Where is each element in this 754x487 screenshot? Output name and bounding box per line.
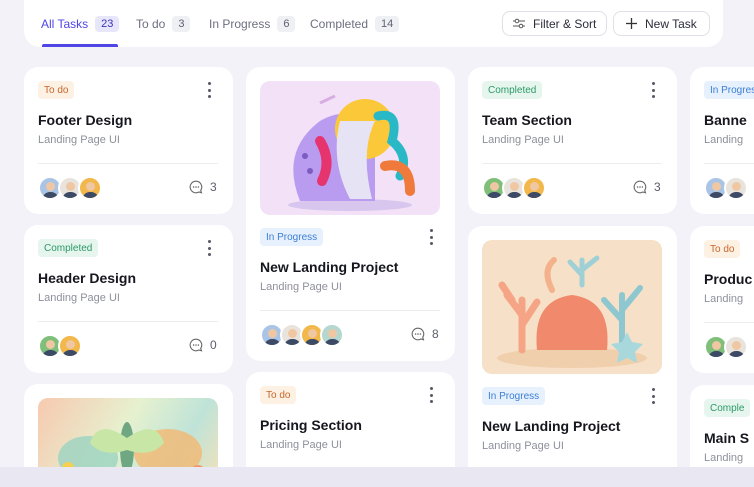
assignee-avatars bbox=[38, 176, 102, 200]
card-title: Main S bbox=[704, 430, 750, 446]
status-badge: Completed bbox=[482, 81, 543, 99]
comment-icon bbox=[189, 180, 203, 194]
comment-count-value: 0 bbox=[210, 338, 217, 352]
card-title: Pricing Section bbox=[260, 417, 362, 433]
comment-count[interactable]: 8 bbox=[411, 327, 439, 341]
tab-label: Completed bbox=[310, 17, 369, 31]
sliders-icon bbox=[513, 18, 525, 29]
comment-count[interactable]: 3 bbox=[189, 180, 217, 194]
status-badge: In Progress bbox=[482, 387, 546, 405]
abstract-illustration bbox=[260, 81, 440, 215]
abstract-artwork bbox=[288, 94, 415, 211]
card-title: New Landing Project bbox=[482, 418, 621, 434]
comment-count-value: 8 bbox=[432, 327, 439, 341]
avatar bbox=[78, 176, 102, 200]
more-options-icon[interactable] bbox=[425, 229, 437, 245]
card-divider bbox=[704, 322, 754, 323]
more-options-icon[interactable] bbox=[647, 388, 659, 404]
status-badge: Completed bbox=[38, 239, 99, 257]
tab-count-badge: 6 bbox=[277, 16, 296, 32]
card-subtitle: Landing Page UI bbox=[260, 439, 342, 451]
tab-to-do[interactable]: To do 3 bbox=[136, 14, 191, 34]
more-options-icon[interactable] bbox=[203, 82, 215, 98]
card-subtitle: Landing bbox=[704, 452, 744, 464]
card-title: New Landing Project bbox=[260, 259, 399, 275]
assignee-avatars bbox=[704, 335, 748, 359]
status-badge: Comple bbox=[704, 399, 751, 417]
avatar bbox=[724, 176, 748, 200]
comment-icon bbox=[189, 338, 203, 352]
card-title: Footer Design bbox=[38, 112, 133, 128]
status-badge: In Progress bbox=[260, 228, 324, 246]
card-subtitle: Landing Page UI bbox=[260, 281, 342, 293]
filter-sort-button[interactable]: Filter & Sort bbox=[502, 11, 608, 36]
task-card-new-landing-project-2[interactable]: In Progress New Landing Project Landing … bbox=[468, 226, 677, 487]
bottom-scroll-area bbox=[0, 467, 754, 487]
tab-count-badge: 3 bbox=[172, 16, 191, 32]
tab-label: To do bbox=[136, 17, 166, 31]
tab-label: In Progress bbox=[209, 17, 271, 31]
card-subtitle: Landing Page UI bbox=[482, 134, 564, 146]
card-subtitle: Landing Page UI bbox=[38, 134, 120, 146]
plus-icon bbox=[626, 18, 637, 29]
avatar bbox=[58, 334, 82, 358]
status-badge: In Progress bbox=[704, 81, 754, 99]
status-badge: To do bbox=[260, 386, 297, 404]
assignee-avatars bbox=[704, 176, 748, 200]
task-card-team-section[interactable]: Completed Team Section Landing Page UI 3 bbox=[468, 67, 677, 214]
comment-count-value: 3 bbox=[654, 180, 661, 194]
assignee-avatars bbox=[260, 323, 344, 347]
task-card-header-design[interactable]: Completed Header Design Landing Page UI … bbox=[24, 225, 233, 373]
assignee-avatars bbox=[38, 334, 82, 358]
card-subtitle: Landing Page UI bbox=[482, 440, 564, 452]
card-divider bbox=[704, 163, 754, 164]
new-task-label: New Task bbox=[645, 16, 697, 31]
comment-count[interactable]: 3 bbox=[633, 180, 661, 194]
task-tabs-bar: All Tasks 23 To do 3 In Progress 6 Compl… bbox=[24, 0, 723, 47]
new-task-button[interactable]: New Task bbox=[613, 11, 710, 36]
card-subtitle: Landing bbox=[704, 134, 744, 146]
assignee-avatars bbox=[482, 176, 546, 200]
comment-icon bbox=[411, 327, 425, 341]
task-card-banner[interactable]: In Progress Banne Landing bbox=[690, 67, 754, 214]
filter-sort-label: Filter & Sort bbox=[533, 16, 597, 31]
comment-icon bbox=[633, 180, 647, 194]
more-options-icon[interactable] bbox=[203, 240, 215, 256]
more-options-icon[interactable] bbox=[647, 82, 659, 98]
coral-illustration bbox=[482, 240, 662, 374]
card-subtitle: Landing bbox=[704, 293, 744, 305]
task-card-footer-design[interactable]: To do Footer Design Landing Page UI 3 bbox=[24, 67, 233, 214]
comment-count-value: 3 bbox=[210, 180, 217, 194]
card-divider bbox=[482, 163, 662, 164]
card-title: Produc bbox=[704, 271, 753, 287]
coral-artwork bbox=[497, 255, 647, 368]
card-title: Banne bbox=[704, 112, 747, 128]
tab-label: All Tasks bbox=[41, 17, 89, 31]
status-badge: To do bbox=[38, 81, 75, 99]
tab-all-tasks[interactable]: All Tasks 23 bbox=[41, 14, 120, 34]
comment-count[interactable]: 0 bbox=[189, 338, 217, 352]
card-subtitle: Landing Page UI bbox=[38, 292, 120, 304]
avatar bbox=[522, 176, 546, 200]
card-divider bbox=[38, 321, 218, 322]
task-card-product[interactable]: To do Produc Landing bbox=[690, 226, 754, 373]
task-card-new-landing-project[interactable]: In Progress New Landing Project Landing … bbox=[246, 67, 455, 361]
status-badge: To do bbox=[704, 240, 741, 258]
avatar bbox=[320, 323, 344, 347]
tab-count-badge: 14 bbox=[375, 16, 400, 32]
avatar bbox=[724, 335, 748, 359]
tab-count-badge: 23 bbox=[95, 16, 120, 32]
card-title: Header Design bbox=[38, 270, 137, 286]
tab-in-progress[interactable]: In Progress 6 bbox=[209, 14, 296, 34]
card-title: Team Section bbox=[482, 112, 572, 128]
card-divider bbox=[38, 163, 218, 164]
more-options-icon[interactable] bbox=[425, 387, 437, 403]
active-tab-indicator bbox=[42, 44, 118, 47]
card-divider bbox=[260, 310, 440, 311]
tab-completed[interactable]: Completed 14 bbox=[310, 14, 400, 34]
